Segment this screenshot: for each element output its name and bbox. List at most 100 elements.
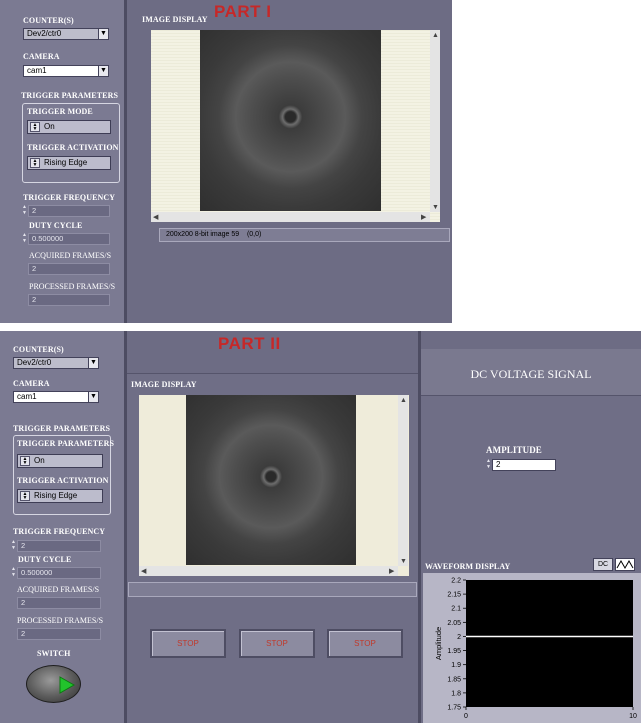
- trigger-mode-label: TRIGGER MODE: [27, 107, 93, 116]
- chevron-down-icon[interactable]: ▼: [88, 358, 98, 368]
- trigger-activation-ring[interactable]: ▲ ▼ Rising Edge: [17, 489, 103, 503]
- waveform-label: WAVEFORM DISPLAY: [425, 562, 511, 571]
- duty-cycle-input[interactable]: 0.500000: [28, 233, 110, 245]
- processed-label: PROCESSED FRAMES/S: [17, 616, 104, 625]
- y-tick-label: 1.9: [451, 662, 461, 669]
- updown-icon[interactable]: ▲ ▼: [20, 491, 30, 501]
- spin-icon[interactable]: ▲ ▼: [11, 540, 16, 552]
- chevron-down-icon[interactable]: ▼: [88, 392, 98, 402]
- camera-label: CAMERA: [23, 52, 60, 61]
- chevron-down-icon[interactable]: ▼: [98, 66, 108, 76]
- trigger-activation-ring[interactable]: ▲ ▼ Rising Edge: [27, 156, 111, 170]
- camera-label: CAMERA: [13, 379, 50, 388]
- counters-value: Dev2/ctr0: [27, 29, 62, 38]
- y-tick-label: 1.85: [447, 676, 461, 683]
- scroll-up-icon[interactable]: ▲: [400, 396, 407, 404]
- camera-image: [186, 395, 356, 565]
- scroll-up-icon[interactable]: ▲: [432, 31, 439, 39]
- vertical-scrollbar[interactable]: [430, 30, 440, 212]
- trigger-activation-label: TRIGGER ACTIVATION: [27, 143, 119, 152]
- play-icon: [59, 676, 76, 694]
- y-tick-label: 1.95: [447, 648, 461, 655]
- processed-label: PROCESSED FRAMES/S: [29, 282, 116, 291]
- horizontal-scrollbar[interactable]: [139, 566, 398, 576]
- trigger-mode-value: On: [34, 456, 45, 465]
- camera-value: cam1: [17, 392, 37, 401]
- scroll-down-icon[interactable]: ▼: [400, 557, 407, 565]
- camera-value: cam1: [27, 66, 47, 75]
- y-tick-label: 2: [457, 634, 461, 641]
- trigger-params-inner-label: TRIGGER PARAMETERS: [17, 439, 114, 448]
- plot-area: [466, 580, 633, 707]
- counters-select[interactable]: Dev2/ctr0 ▼: [23, 28, 109, 40]
- image-status-bar: 200x200 8-bit image 59 (0,0): [159, 228, 450, 242]
- scroll-down-icon[interactable]: ▼: [432, 203, 439, 211]
- part2-divider-left: [124, 331, 127, 723]
- trigger-mode-ring[interactable]: ▲ ▼ On: [17, 454, 103, 468]
- scroll-left-icon[interactable]: ◀: [141, 567, 146, 575]
- counters-value: Dev2/ctr0: [17, 358, 52, 367]
- trigger-params-label: TRIGGER PARAMETERS: [21, 91, 118, 100]
- trigger-mode-value: On: [44, 122, 55, 131]
- x-tick-label: 0: [464, 713, 468, 720]
- camera-select[interactable]: cam1 ▼: [23, 65, 109, 77]
- updown-icon[interactable]: ▲ ▼: [20, 456, 30, 466]
- horizontal-scrollbar[interactable]: [151, 212, 430, 222]
- scroll-right-icon[interactable]: ▶: [389, 567, 394, 575]
- duty-cycle-label: DUTY CYCLE: [29, 221, 83, 230]
- camera-image: [200, 30, 381, 211]
- counters-label: COUNTER(S): [13, 345, 64, 354]
- stop-button-3[interactable]: STOP: [327, 629, 403, 658]
- waveform-chart: 2.2 2.15 2.1 2.05 2 1.95 1.9 1.85 1.8 1.750 10 Ampl…: [434, 578, 637, 721]
- dc-toggle-button[interactable]: DC: [593, 558, 613, 571]
- part2-title: PART II: [218, 334, 281, 353]
- duty-cycle-input[interactable]: 0.500000: [17, 567, 101, 579]
- spin-icon[interactable]: ▲ ▼: [486, 459, 491, 471]
- part2-right-strip: [421, 331, 641, 350]
- scroll-right-icon[interactable]: ▶: [421, 213, 426, 221]
- y-tick-label: 1.75: [447, 705, 461, 712]
- trigger-frequency-label: TRIGGER FREQUENCY: [23, 193, 116, 202]
- image-status-text: 200x200 8-bit image 59 (0,0): [166, 231, 262, 238]
- duty-cycle-label: DUTY CYCLE: [18, 555, 72, 564]
- y-tick-label: 2.15: [447, 592, 461, 599]
- acquired-label: ACQUIRED FRAMES/S: [17, 585, 100, 594]
- dc-title: DC VOLTAGE SIGNAL: [470, 367, 592, 381]
- y-tick-label: 1.8: [451, 690, 461, 697]
- y-tick-label: 2.1: [451, 606, 461, 613]
- trigger-frequency-label: TRIGGER FREQUENCY: [13, 527, 106, 536]
- trigger-mode-ring[interactable]: ▲ ▼ On: [27, 120, 111, 134]
- camera-select[interactable]: cam1 ▼: [13, 391, 99, 403]
- x-tick-label: 10: [629, 713, 637, 720]
- spin-icon[interactable]: ▲ ▼: [11, 567, 16, 579]
- scroll-left-icon[interactable]: ◀: [153, 213, 158, 221]
- switch-label: SWITCH: [37, 649, 71, 658]
- spin-icon[interactable]: ▲ ▼: [22, 233, 27, 245]
- spin-icon[interactable]: ▲ ▼: [22, 205, 27, 217]
- trigger-frequency-input[interactable]: 2: [28, 205, 110, 217]
- trigger-activation-label: TRIGGER ACTIVATION: [17, 476, 109, 485]
- acquired-value: 2: [17, 597, 101, 609]
- amplitude-label: AMPLITUDE: [486, 445, 542, 455]
- vertical-scrollbar[interactable]: [398, 395, 408, 566]
- stop-button-2[interactable]: STOP: [239, 629, 315, 658]
- amplitude-input[interactable]: 2: [492, 459, 556, 471]
- updown-icon[interactable]: ▲ ▼: [30, 122, 40, 132]
- image-display-label: IMAGE DISPLAY: [142, 15, 208, 24]
- image-display-label: IMAGE DISPLAY: [131, 380, 197, 389]
- y-tick-label: 2.2: [451, 578, 461, 585]
- y-axis-label: Amplitude: [434, 627, 443, 660]
- processed-value: 2: [17, 628, 101, 640]
- y-tick-label: 2.05: [447, 620, 461, 627]
- processed-value: 2: [28, 294, 110, 306]
- image-status-bar: [128, 582, 417, 597]
- trigger-frequency-input[interactable]: 2: [17, 540, 101, 552]
- counters-select[interactable]: Dev2/ctr0 ▼: [13, 357, 99, 369]
- updown-icon[interactable]: ▲ ▼: [30, 158, 40, 168]
- trigger-activation-value: Rising Edge: [34, 491, 78, 500]
- waveform-icon[interactable]: [615, 558, 635, 571]
- stop-button-1[interactable]: STOP: [150, 629, 226, 658]
- acquired-label: ACQUIRED FRAMES/S: [29, 251, 112, 260]
- trigger-activation-value: Rising Edge: [44, 158, 88, 167]
- chevron-down-icon[interactable]: ▼: [98, 29, 108, 39]
